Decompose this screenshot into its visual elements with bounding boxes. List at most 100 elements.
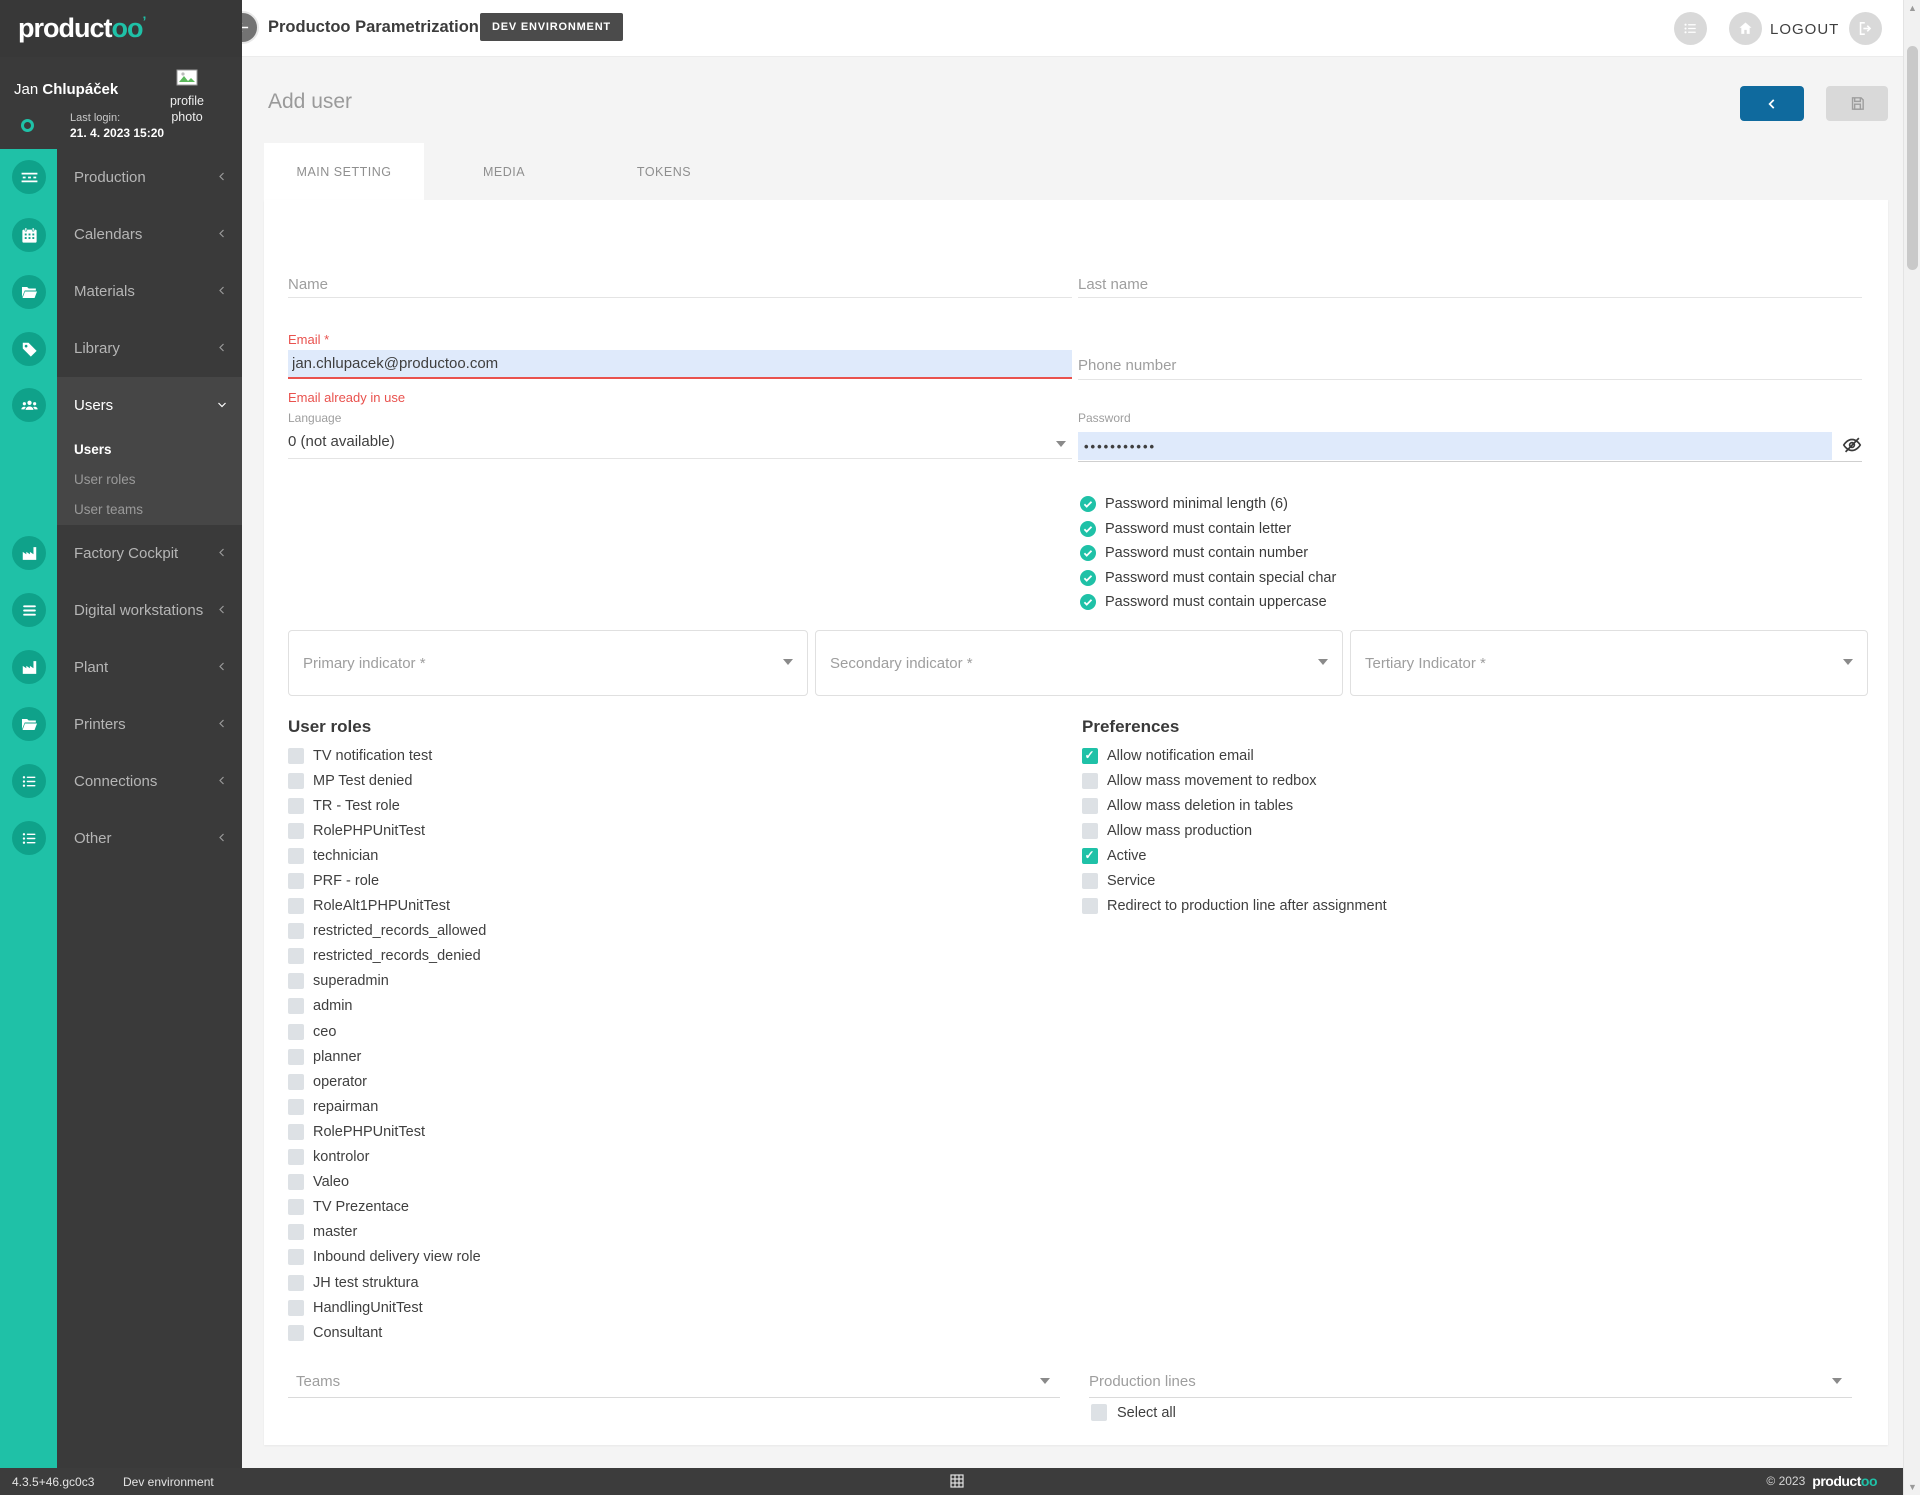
user-role-item[interactable]: Inbound delivery view role — [288, 1245, 486, 1270]
teams-select[interactable]: Teams — [288, 1368, 1060, 1398]
user-role-item[interactable]: TV Prezentace — [288, 1195, 486, 1220]
save-button[interactable] — [1826, 86, 1888, 121]
library-icon[interactable] — [12, 332, 46, 366]
materials-icon[interactable] — [12, 275, 46, 309]
vertical-scrollbar[interactable]: ▲ ▼ — [1903, 0, 1920, 1495]
sidebar-item-connections[interactable]: Connections — [57, 753, 242, 810]
tab-media[interactable]: MEDIA — [424, 143, 584, 200]
checkbox[interactable] — [288, 1074, 304, 1090]
checkbox[interactable] — [288, 1099, 304, 1115]
sidebar-item-materials[interactable]: Materials — [57, 263, 242, 320]
user-role-item[interactable]: planner — [288, 1044, 486, 1069]
preference-item[interactable]: Allow notification email — [1082, 743, 1387, 768]
secondary-indicator-select[interactable]: Secondary indicator * — [815, 630, 1343, 696]
logout-label[interactable]: LOGOUT — [1770, 21, 1839, 38]
checkbox[interactable] — [288, 873, 304, 889]
scroll-up-icon[interactable]: ▲ — [1908, 3, 1917, 13]
logo[interactable]: productoo’ — [0, 0, 242, 57]
user-role-item[interactable]: Valeo — [288, 1170, 486, 1195]
checkbox[interactable] — [1082, 773, 1098, 789]
checkbox[interactable] — [288, 1024, 304, 1040]
menu-list-button[interactable] — [1674, 12, 1707, 45]
user-role-item[interactable]: Consultant — [288, 1320, 486, 1345]
home-button[interactable] — [1729, 12, 1762, 45]
sidebar-item-production[interactable]: Production — [57, 149, 242, 206]
checkbox[interactable] — [288, 1325, 304, 1341]
preference-item[interactable]: Redirect to production line after assign… — [1082, 894, 1387, 919]
user-role-item[interactable]: superadmin — [288, 969, 486, 994]
user-role-item[interactable]: technician — [288, 843, 486, 868]
user-role-item[interactable]: restricted_records_allowed — [288, 919, 486, 944]
checkbox[interactable] — [288, 973, 304, 989]
user-role-item[interactable]: MP Test denied — [288, 768, 486, 793]
user-role-item[interactable]: TR - Test role — [288, 793, 486, 818]
preference-item[interactable]: Active — [1082, 843, 1387, 868]
checkbox[interactable] — [288, 1149, 304, 1165]
user-role-item[interactable]: operator — [288, 1069, 486, 1094]
checkbox[interactable] — [1082, 748, 1098, 764]
user-role-item[interactable]: repairman — [288, 1094, 486, 1119]
checkbox[interactable] — [288, 773, 304, 789]
back-to-list-button[interactable] — [1740, 86, 1804, 121]
checkbox[interactable] — [288, 1249, 304, 1265]
checkbox[interactable] — [288, 1224, 304, 1240]
tab-main-setting[interactable]: MAIN SETTING — [264, 143, 424, 200]
sidebar-item-plant[interactable]: Plant — [57, 639, 242, 696]
sidebar-item-factory-cockpit[interactable]: Factory Cockpit — [57, 525, 242, 582]
preference-item[interactable]: Service — [1082, 868, 1387, 893]
preference-item[interactable]: Allow mass deletion in tables — [1082, 793, 1387, 818]
password-input[interactable] — [1078, 432, 1832, 460]
primary-indicator-select[interactable]: Primary indicator * — [288, 630, 808, 696]
checkbox[interactable] — [288, 898, 304, 914]
sidebar-item-digital-workstations[interactable]: Digital workstations — [57, 582, 242, 639]
email-input[interactable] — [288, 350, 1072, 379]
checkbox[interactable] — [288, 748, 304, 764]
profile-photo[interactable]: profile photo — [156, 69, 218, 133]
user-role-item[interactable]: RolePHPUnitTest — [288, 818, 486, 843]
user-role-item[interactable]: PRF - role — [288, 868, 486, 893]
sidebar-item-library[interactable]: Library — [57, 320, 242, 377]
sidebar-item-other[interactable]: Other — [57, 810, 242, 867]
calendars-icon[interactable] — [12, 218, 46, 252]
user-role-item[interactable]: admin — [288, 994, 486, 1019]
production-lines-select[interactable]: Production lines — [1089, 1368, 1852, 1398]
sidebar-subitem-users[interactable]: Users — [57, 434, 242, 464]
sidebar-item-printers[interactable]: Printers — [57, 696, 242, 753]
sidebar-subitem-user-roles[interactable]: User roles — [57, 464, 242, 494]
other-icon[interactable] — [12, 821, 46, 855]
preference-item[interactable]: Allow mass production — [1082, 818, 1387, 843]
sidebar-item-calendars[interactable]: Calendars — [57, 206, 242, 263]
user-role-item[interactable]: JH test struktura — [288, 1270, 486, 1295]
grid-icon[interactable] — [949, 1473, 965, 1492]
printers-icon[interactable] — [12, 707, 46, 741]
user-role-item[interactable]: RoleAlt1PHPUnitTest — [288, 894, 486, 919]
checkbox[interactable] — [288, 848, 304, 864]
checkbox[interactable] — [288, 1275, 304, 1291]
checkbox[interactable] — [1082, 873, 1098, 889]
last-name-field[interactable]: Last name — [1078, 270, 1862, 298]
name-field[interactable]: Name — [288, 270, 1072, 298]
language-select[interactable]: 0 (not available) — [288, 433, 1072, 459]
checkbox[interactable] — [288, 923, 304, 939]
user-role-item[interactable]: TV notification test — [288, 743, 486, 768]
checkbox[interactable] — [288, 823, 304, 839]
users-icon[interactable] — [12, 388, 46, 422]
sidebar-subitem-user-teams[interactable]: User teams — [57, 494, 242, 524]
checkbox[interactable] — [1082, 823, 1098, 839]
eye-off-icon[interactable] — [1840, 434, 1864, 458]
checkbox[interactable] — [288, 1300, 304, 1316]
checkbox[interactable] — [1082, 798, 1098, 814]
scrollbar-thumb[interactable] — [1907, 46, 1918, 270]
checkbox[interactable] — [1082, 898, 1098, 914]
tertiary-indicator-select[interactable]: Tertiary Indicator * — [1350, 630, 1868, 696]
scroll-down-icon[interactable]: ▼ — [1908, 1482, 1917, 1492]
user-role-item[interactable]: HandlingUnitTest — [288, 1295, 486, 1320]
user-role-item[interactable]: RolePHPUnitTest — [288, 1119, 486, 1144]
connections-icon[interactable] — [12, 764, 46, 798]
logout-icon-button[interactable] — [1849, 12, 1882, 45]
digital-workstations-icon[interactable] — [12, 593, 46, 627]
phone-field[interactable]: Phone number — [1078, 351, 1862, 380]
preference-item[interactable]: Allow mass movement to redbox — [1082, 768, 1387, 793]
select-all-checkbox[interactable] — [1091, 1404, 1107, 1421]
checkbox[interactable] — [288, 998, 304, 1014]
